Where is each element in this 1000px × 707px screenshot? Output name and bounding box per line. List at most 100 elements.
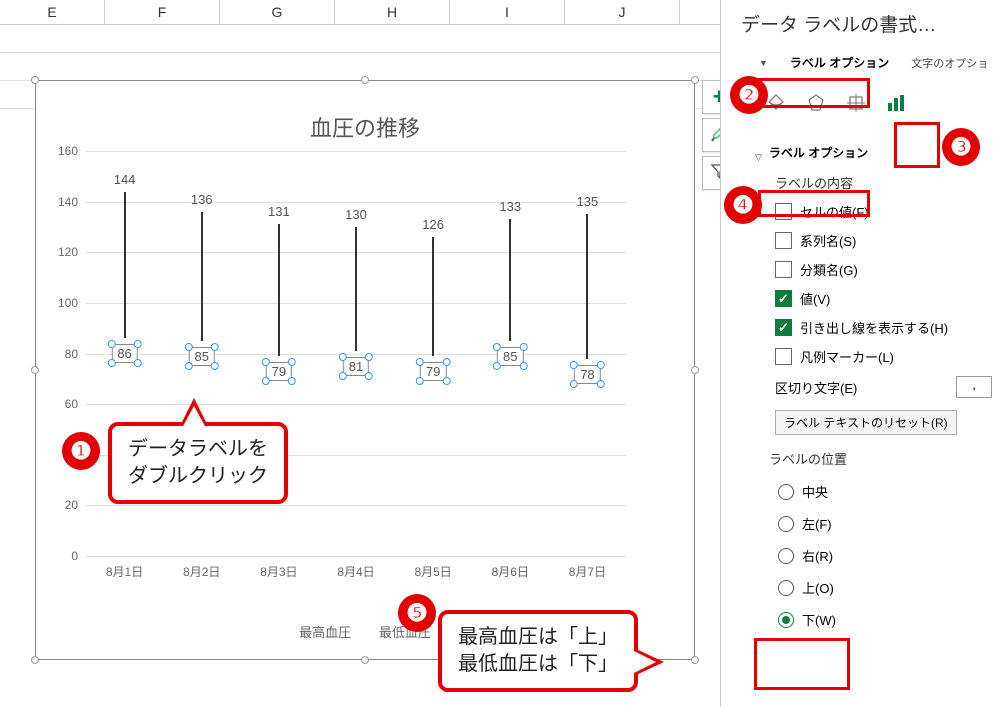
checkbox-label: 系列名(S) xyxy=(800,231,856,250)
callout-line: ダブルクリック xyxy=(128,463,268,490)
y-axis-tick: 0 xyxy=(48,549,78,563)
callout-2: 最高血圧は「上」 最低血圧は「下」 xyxy=(438,610,638,692)
expand-icon[interactable]: ▼ xyxy=(759,58,768,68)
label-options-icon[interactable] xyxy=(883,90,909,116)
col-header-e[interactable]: E xyxy=(0,0,105,24)
section-label-position: ラベルの位置 xyxy=(769,449,992,468)
radio-icon xyxy=(778,516,794,532)
high-low-line[interactable] xyxy=(278,224,280,356)
separator-label: 区切り文字(E) xyxy=(775,378,857,397)
x-axis-tick: 8月7日 xyxy=(569,563,606,580)
checkbox-label: 凡例マーカー(L) xyxy=(800,347,894,366)
high-low-line[interactable] xyxy=(124,192,126,339)
y-axis-tick: 100 xyxy=(48,296,78,310)
radio-icon xyxy=(778,548,794,564)
reset-label-text-button[interactable]: ラベル テキストのリセット(R) xyxy=(775,410,957,435)
checkbox-category-name[interactable]: 分類名(G) xyxy=(775,260,992,279)
y-axis-tick: 20 xyxy=(48,498,78,512)
annotation-number-1: ❶ xyxy=(62,432,100,470)
radio-left[interactable]: 左(F) xyxy=(775,512,992,535)
highlight-box-4 xyxy=(758,190,870,217)
data-label-low[interactable]: 81 xyxy=(343,357,369,376)
data-label-low[interactable]: 79 xyxy=(266,362,292,381)
data-label-high[interactable]: 135 xyxy=(577,194,599,209)
x-axis-tick: 8月5日 xyxy=(414,563,451,580)
annotation-number-4: ❹ xyxy=(724,186,762,224)
tab-label-options[interactable]: ラベル オプション xyxy=(786,51,893,74)
separator-input[interactable]: , xyxy=(956,376,992,398)
high-low-line[interactable] xyxy=(509,219,511,341)
data-label-high[interactable]: 130 xyxy=(345,207,367,222)
radio-label: 上(O) xyxy=(802,578,834,597)
radio-label: 中央 xyxy=(802,482,828,501)
col-header-h[interactable]: H xyxy=(335,0,450,24)
radio-above[interactable]: 上(O) xyxy=(775,576,992,599)
chart[interactable]: 血圧の推移 0204060801001201401608月1日8月2日8月3日8… xyxy=(35,80,695,660)
checkbox-label: 引き出し線を表示する(H) xyxy=(800,318,948,337)
annotation-number-2: ❷ xyxy=(730,76,768,114)
y-axis-tick: 140 xyxy=(48,195,78,209)
chart-title[interactable]: 血圧の推移 xyxy=(36,111,694,143)
col-header-i[interactable]: I xyxy=(450,0,565,24)
data-label-high[interactable]: 133 xyxy=(499,199,521,214)
checkbox-label: 値(V) xyxy=(800,289,830,308)
checkbox-icon xyxy=(775,261,792,278)
radio-label: 左(F) xyxy=(802,514,832,533)
callout-line: 最高血圧は「上」 xyxy=(458,624,618,651)
callout-line: データラベルを xyxy=(128,436,268,463)
checkbox-legend-marker[interactable]: 凡例マーカー(L) xyxy=(775,347,992,366)
checkbox-series-name[interactable]: 系列名(S) xyxy=(775,231,992,250)
data-label-high[interactable]: 136 xyxy=(191,192,213,207)
checkbox-leader-lines[interactable]: 引き出し線を表示する(H) xyxy=(775,318,992,337)
checkbox-label: 分類名(G) xyxy=(800,260,858,279)
y-axis-tick: 60 xyxy=(48,397,78,411)
x-axis-tick: 8月4日 xyxy=(337,563,374,580)
checkbox-icon xyxy=(775,232,792,249)
data-label-high[interactable]: 126 xyxy=(422,217,444,232)
collapse-icon[interactable]: ▽ xyxy=(755,152,762,163)
high-low-line[interactable] xyxy=(355,227,357,351)
checkbox-value[interactable]: 値(V) xyxy=(775,289,992,308)
legend-item-1[interactable]: 最高血圧 xyxy=(299,625,351,640)
x-axis-tick: 8月6日 xyxy=(492,563,529,580)
annotation-number-5: ❺ xyxy=(398,594,436,632)
radio-center[interactable]: 中央 xyxy=(775,480,992,503)
data-label-low[interactable]: 79 xyxy=(420,362,446,381)
highlight-box-3 xyxy=(894,122,940,168)
annotation-number-3: ❸ xyxy=(942,128,980,166)
section-label-options[interactable]: ラベル オプション xyxy=(766,142,871,163)
high-low-line[interactable] xyxy=(432,237,434,356)
x-axis-tick: 8月2日 xyxy=(183,563,220,580)
x-axis-tick: 8月1日 xyxy=(106,563,143,580)
data-label-low[interactable]: 86 xyxy=(111,344,137,363)
radio-label: 右(R) xyxy=(802,546,833,565)
highlight-box-2 xyxy=(758,78,870,108)
col-header-g[interactable]: G xyxy=(220,0,335,24)
col-header-f[interactable]: F xyxy=(105,0,220,24)
col-header-j[interactable]: J xyxy=(565,0,680,24)
radio-icon xyxy=(778,612,794,628)
highlight-box-radios xyxy=(754,638,850,690)
radio-icon xyxy=(778,484,794,500)
data-label-high[interactable]: 144 xyxy=(114,172,136,187)
radio-below[interactable]: 下(W) xyxy=(775,608,992,631)
callout-line: 最低血圧は「下」 xyxy=(458,651,618,678)
y-axis-tick: 80 xyxy=(48,347,78,361)
radio-icon xyxy=(778,580,794,596)
y-axis-tick: 120 xyxy=(48,245,78,259)
data-label-low[interactable]: 78 xyxy=(574,365,600,384)
y-axis-tick: 160 xyxy=(48,144,78,158)
checkbox-icon xyxy=(775,290,792,307)
checkbox-icon xyxy=(775,319,792,336)
callout-1: データラベルを ダブルクリック xyxy=(108,422,288,504)
data-label-high[interactable]: 131 xyxy=(268,204,290,219)
tab-text-options[interactable]: 文字のオプショ xyxy=(911,55,988,71)
high-low-line[interactable] xyxy=(201,212,203,341)
pane-title: データ ラベルの書式… xyxy=(741,10,992,37)
x-axis-tick: 8月3日 xyxy=(260,563,297,580)
radio-right[interactable]: 右(R) xyxy=(775,544,992,567)
checkbox-icon xyxy=(775,348,792,365)
data-label-low[interactable]: 85 xyxy=(188,347,214,366)
high-low-line[interactable] xyxy=(586,214,588,358)
data-label-low[interactable]: 85 xyxy=(497,347,523,366)
